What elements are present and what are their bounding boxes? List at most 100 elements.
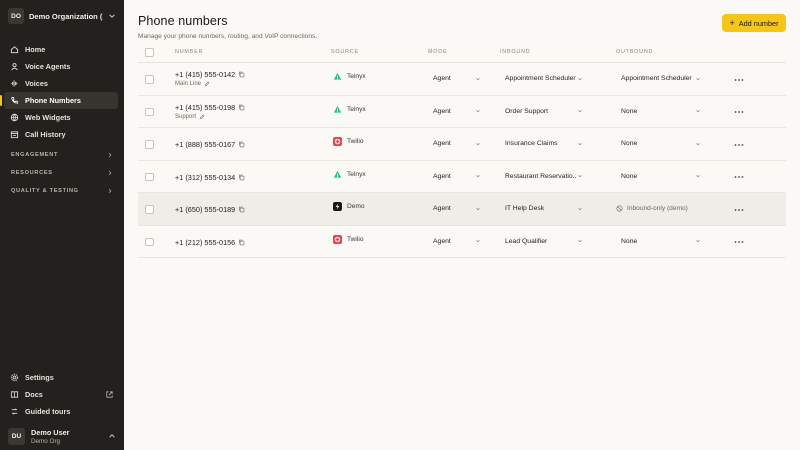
twilio-logo-icon: [333, 137, 342, 146]
row-checkbox[interactable]: [145, 75, 154, 84]
copy-icon[interactable]: [238, 174, 245, 181]
inbound-select[interactable]: IT Help Desk: [505, 205, 583, 212]
row-checkbox[interactable]: [145, 205, 154, 214]
waveform-icon: [10, 80, 18, 87]
pencil-icon[interactable]: [199, 114, 205, 120]
chevron-down-icon: [578, 110, 582, 113]
inbound-select[interactable]: Appointment Scheduler: [505, 75, 583, 82]
header-inbound: INBOUND: [500, 49, 531, 55]
select-all-checkbox[interactable]: [145, 48, 154, 57]
mode-select[interactable]: Agent: [433, 108, 481, 115]
copy-icon[interactable]: [238, 104, 245, 111]
table-row[interactable]: +1 (415) 555-0142 Main Line Telnyx Agent App…: [138, 63, 786, 96]
nav-item-call-history[interactable]: Call History: [4, 126, 118, 143]
nav-item-guided-tours[interactable]: Guided tours: [4, 403, 118, 420]
chevron-down-icon: [696, 77, 700, 80]
page-subtitle: Manage your phone numbers, routing, and …: [138, 33, 318, 40]
row-checkbox[interactable]: [145, 172, 154, 181]
number-label: Support: [175, 114, 205, 120]
pencil-icon[interactable]: [204, 81, 210, 87]
inbound-select[interactable]: Insurance Claims: [505, 140, 583, 147]
chevron-down-icon: [578, 175, 582, 178]
chevron-right-icon: [108, 188, 112, 194]
more-icon[interactable]: [734, 206, 744, 214]
chevron-down-icon: [578, 77, 582, 80]
source-cell: Telnyx: [333, 72, 366, 81]
mode-select[interactable]: Agent: [433, 205, 481, 212]
nav-item-settings[interactable]: Settings: [4, 369, 118, 386]
table-row[interactable]: +1 (415) 555-0198 Support Telnyx Agent Order…: [138, 96, 786, 128]
user-name: Demo User: [31, 427, 70, 437]
phone-number: +1 (888) 555-0167: [175, 140, 245, 149]
nav-item-docs[interactable]: Docs: [4, 386, 118, 403]
org-switcher[interactable]: DO Demo Organization (...: [8, 6, 116, 26]
chevron-up-icon: [109, 434, 115, 438]
table-row[interactable]: +1 (312) 555-0134 Telnyx Agent Restaurant R…: [138, 161, 786, 193]
plus-icon: +: [729, 17, 735, 28]
row-checkbox[interactable]: [145, 237, 154, 246]
telnyx-logo-icon: [333, 105, 342, 113]
phone-number: +1 (415) 555-0198: [175, 103, 245, 112]
phone-icon: [11, 97, 19, 104]
section-quality-testing[interactable]: QUALITY & TESTING: [11, 186, 113, 196]
more-icon[interactable]: [734, 173, 744, 181]
source-cell: Demo: [333, 202, 365, 211]
inbound-select[interactable]: Order Support: [505, 108, 583, 115]
table-header: NUMBER SOURCE MODE INBOUND OUTBOUND: [138, 43, 786, 63]
header-outbound: OUTBOUND: [616, 49, 654, 55]
home-icon: [10, 46, 19, 54]
demo-logo-icon: [333, 202, 342, 211]
copy-icon[interactable]: [238, 141, 245, 148]
copy-icon[interactable]: [238, 206, 245, 213]
nav-item-home[interactable]: Home: [4, 41, 118, 58]
outbound-select[interactable]: None: [621, 238, 701, 245]
mode-select[interactable]: Agent: [433, 75, 481, 82]
header-number: NUMBER: [175, 49, 204, 55]
table-row[interactable]: +1 (212) 555-0156 Twilio Agent Lead Qualifi…: [138, 226, 786, 258]
outbound-select[interactable]: None: [621, 173, 701, 180]
mode-select[interactable]: Agent: [433, 173, 481, 180]
chevron-down-icon: [696, 142, 700, 145]
chevron-down-icon: [696, 110, 700, 113]
outbound-select[interactable]: None: [621, 108, 701, 115]
chevron-down-icon: [696, 240, 700, 243]
copy-icon[interactable]: [238, 71, 245, 78]
table-row[interactable]: +1 (888) 555-0167 Twilio Agent Insurance Cl…: [138, 128, 786, 161]
mode-select[interactable]: Agent: [433, 140, 481, 147]
more-icon[interactable]: [734, 108, 744, 116]
outbound-select[interactable]: None: [621, 140, 701, 147]
row-checkbox[interactable]: [145, 107, 154, 116]
twilio-logo-icon: [333, 234, 342, 244]
main-content: Phone numbers Manage your phone numbers,…: [124, 0, 800, 450]
more-icon[interactable]: [734, 141, 744, 149]
nav-item-voice-agents[interactable]: Voice Agents: [4, 58, 118, 75]
section-resources[interactable]: RESOURCES: [11, 168, 113, 178]
row-checkbox[interactable]: [145, 140, 154, 149]
chevron-down-icon: [476, 207, 480, 210]
more-icon[interactable]: [734, 238, 744, 246]
chevron-down-icon: [476, 110, 480, 113]
user-menu[interactable]: DU Demo User Demo Org: [8, 425, 116, 447]
chevron-down-icon: [476, 175, 480, 178]
source-cell: Twilio: [333, 234, 364, 244]
inbound-select[interactable]: Lead Qualifier: [505, 238, 583, 245]
table-row[interactable]: +1 (650) 555-0189 Demo Agent IT Help Desk In…: [138, 193, 786, 226]
more-icon[interactable]: [734, 76, 744, 84]
section-engagement[interactable]: ENGAGEMENT: [11, 150, 113, 160]
phone-number: +1 (650) 555-0189: [175, 205, 245, 214]
nav-item-voices[interactable]: Voices: [4, 75, 118, 92]
nav-item-web-widgets[interactable]: Web Widgets: [4, 109, 118, 126]
user-icon: [11, 63, 18, 71]
mode-select[interactable]: Agent: [433, 238, 481, 245]
chevron-down-icon: [476, 240, 480, 243]
phone-numbers-table: NUMBER SOURCE MODE INBOUND OUTBOUND +1 (…: [138, 43, 786, 258]
nav-item-phone-numbers[interactable]: Phone Numbers: [0, 92, 118, 109]
ban-icon: [616, 205, 623, 212]
copy-icon[interactable]: [238, 239, 245, 246]
inbound-select[interactable]: Restaurant Reservatio...: [505, 173, 583, 180]
globe-icon: [10, 113, 19, 122]
user-avatar: DU: [8, 427, 25, 445]
outbound-select[interactable]: Appointment Scheduler: [621, 75, 701, 82]
add-number-button[interactable]: + Add number: [722, 14, 786, 32]
source-cell: Telnyx: [333, 105, 366, 114]
